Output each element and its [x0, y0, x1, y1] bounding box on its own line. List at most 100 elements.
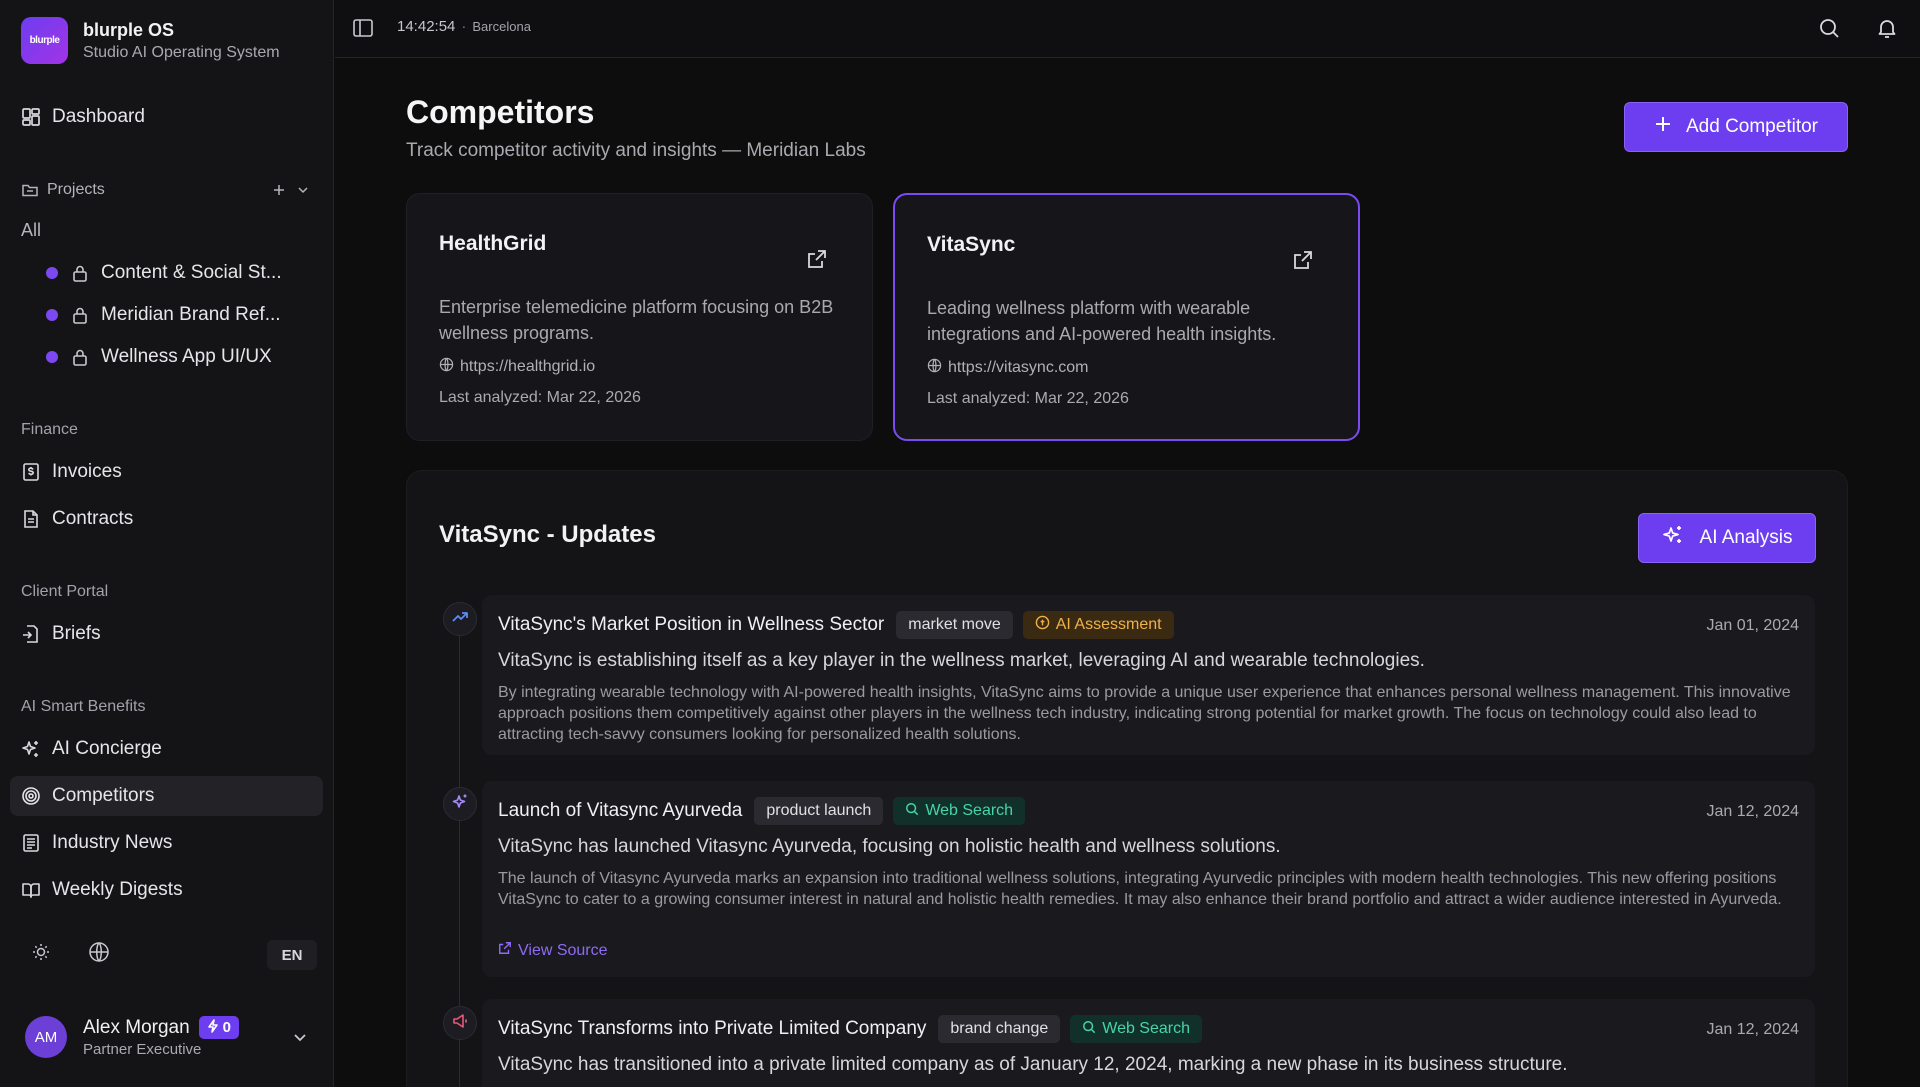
competitor-url[interactable]: https://healthgrid.io — [439, 357, 595, 377]
sparkles-icon — [1662, 524, 1684, 552]
brand-name: blurple OS — [83, 19, 175, 40]
update-title: VitaSync's Market Position in Wellness S… — [498, 614, 885, 635]
sidebar-item-label: Industry News — [52, 832, 173, 853]
update-category-tag: brand change — [938, 1015, 1061, 1043]
projects-filter-all[interactable]: All — [21, 220, 41, 241]
updates-title: VitaSync - Updates — [439, 521, 656, 548]
sidebar-tools: EN — [21, 938, 317, 970]
ai-analysis-button[interactable]: AI Analysis — [1638, 513, 1816, 563]
chevron-down-icon[interactable] — [293, 180, 313, 200]
page-subtitle: Track competitor activity and insights —… — [406, 140, 866, 161]
external-link-icon[interactable] — [806, 248, 828, 270]
book-open-icon — [21, 880, 41, 900]
sidebar-item-label: AI Concierge — [52, 738, 162, 759]
project-label: Content & Social St... — [101, 262, 282, 283]
external-link-icon[interactable] — [1292, 249, 1314, 271]
add-competitor-label: Add Competitor — [1685, 116, 1818, 137]
competitor-last-analyzed: Last analyzed: Mar 22, 2026 — [439, 389, 641, 406]
update-summary: VitaSync has launched Vitasync Ayurveda,… — [498, 836, 1281, 857]
sidebar-item-ai-concierge[interactable]: AI Concierge — [10, 729, 323, 769]
sidebar-item-invoices[interactable]: Invoices — [10, 452, 323, 492]
view-source-link[interactable]: View Source — [498, 941, 608, 960]
credits-count: 0 — [222, 1019, 232, 1036]
file-import-icon — [21, 624, 41, 644]
competitor-url[interactable]: https://vitasync.com — [927, 358, 1089, 378]
section-label-ai-benefits: AI Smart Benefits — [21, 698, 146, 715]
language-globe-button[interactable] — [82, 938, 116, 970]
sun-icon — [31, 942, 51, 967]
chevron-down-icon[interactable] — [290, 1027, 310, 1047]
update-card[interactable]: VitaSync Transforms into Private Limited… — [482, 999, 1815, 1087]
sidebar-item-dashboard[interactable]: Dashboard — [10, 97, 323, 137]
competitor-card[interactable]: HealthGrid Enterprise telemedicine platf… — [406, 193, 873, 441]
theme-toggle[interactable] — [24, 938, 58, 970]
sidebar-item-industry-news[interactable]: Industry News — [10, 823, 323, 863]
folder-icon — [21, 181, 39, 199]
competitor-url-text: https://vitasync.com — [948, 359, 1089, 376]
sidebar-item-weekly-digests[interactable]: Weekly Digests — [10, 870, 323, 910]
sidebar-project-item[interactable]: Meridian Brand Ref... — [46, 301, 286, 329]
update-category-tag: market move — [896, 611, 1013, 639]
sidebar-item-label: Contracts — [52, 508, 134, 529]
update-card[interactable]: VitaSync's Market Position in Wellness S… — [482, 595, 1815, 755]
source-badge-ai: AI Assessment — [1022, 611, 1174, 639]
brand[interactable]: blurple blurple OS Studio AI Operating S… — [21, 17, 280, 64]
sparkles-icon — [21, 739, 41, 759]
add-project-icon[interactable] — [269, 180, 289, 200]
lock-icon — [70, 347, 90, 367]
update-card[interactable]: Launch of Vitasync Ayurveda product laun… — [482, 781, 1815, 977]
external-link-icon — [498, 941, 512, 960]
project-status-dot — [46, 309, 58, 321]
sidebar-item-label: Weekly Digests — [52, 879, 183, 900]
sidebar-item-briefs[interactable]: Briefs — [10, 614, 323, 654]
avatar: AM — [25, 1016, 67, 1058]
globe-icon — [927, 358, 942, 378]
sidebar-toggle-icon[interactable] — [351, 16, 375, 40]
user-menu[interactable]: AM Alex Morgan 0 Partner Executive — [25, 1013, 310, 1061]
user-role: Partner Executive — [83, 1041, 202, 1058]
update-date: Jan 01, 2024 — [1706, 617, 1799, 634]
page-title: Competitors — [406, 94, 595, 130]
update-detail: By integrating wearable technology with … — [498, 684, 1791, 743]
sidebar-project-item[interactable]: Wellness App UI/UX — [46, 343, 286, 371]
clock-separator: · — [461, 18, 467, 35]
globe-icon — [88, 941, 110, 968]
lock-icon — [70, 263, 90, 283]
update-detail: The launch of Vitasync Ayurveda marks an… — [498, 870, 1782, 908]
update-category-tag: product launch — [754, 797, 884, 825]
sidebar: blurple blurple OS Studio AI Operating S… — [0, 0, 334, 1087]
target-icon — [21, 786, 41, 806]
invoice-icon — [21, 462, 41, 482]
sidebar-item-label: Dashboard — [52, 106, 145, 127]
search-icon — [1082, 1020, 1096, 1039]
search-icon[interactable] — [1817, 16, 1841, 40]
trending-up-icon — [451, 608, 469, 631]
update-date: Jan 12, 2024 — [1706, 1021, 1799, 1038]
sidebar-item-competitors[interactable]: Competitors — [10, 776, 323, 816]
projects-header[interactable]: Projects — [21, 178, 313, 202]
competitor-name: VitaSync — [927, 233, 1016, 256]
ai-analysis-label: AI Analysis — [1699, 527, 1793, 548]
language-select[interactable]: EN — [267, 940, 317, 970]
project-status-dot — [46, 351, 58, 363]
brand-subtitle: Studio AI Operating System — [83, 43, 280, 61]
project-label: Meridian Brand Ref... — [101, 304, 281, 325]
add-competitor-button[interactable]: Add Competitor — [1624, 102, 1848, 152]
project-label: Wellness App UI/UX — [101, 346, 272, 367]
bell-icon[interactable] — [1875, 16, 1899, 40]
competitor-last-analyzed: Last analyzed: Mar 22, 2026 — [927, 390, 1129, 407]
top-bar: 14:42:54 · Barcelona — [335, 0, 1920, 58]
section-label-finance: Finance — [21, 421, 78, 438]
competitor-card-selected[interactable]: VitaSync Leading wellness platform with … — [893, 193, 1360, 441]
update-summary: VitaSync is establishing itself as a key… — [498, 650, 1425, 671]
sidebar-project-item[interactable]: Content & Social St... — [46, 259, 286, 287]
source-badge-web: Web Search — [893, 797, 1026, 825]
view-source-label: View Source — [518, 941, 608, 959]
source-label: Web Search — [925, 802, 1014, 819]
sparkles-icon — [451, 793, 469, 816]
update-title: VitaSync Transforms into Private Limited… — [498, 1018, 927, 1039]
megaphone-icon — [451, 1012, 469, 1035]
competitor-url-text: https://healthgrid.io — [460, 358, 596, 375]
clock-time: 14:42:54 — [397, 18, 456, 35]
sidebar-item-contracts[interactable]: Contracts — [10, 499, 323, 539]
